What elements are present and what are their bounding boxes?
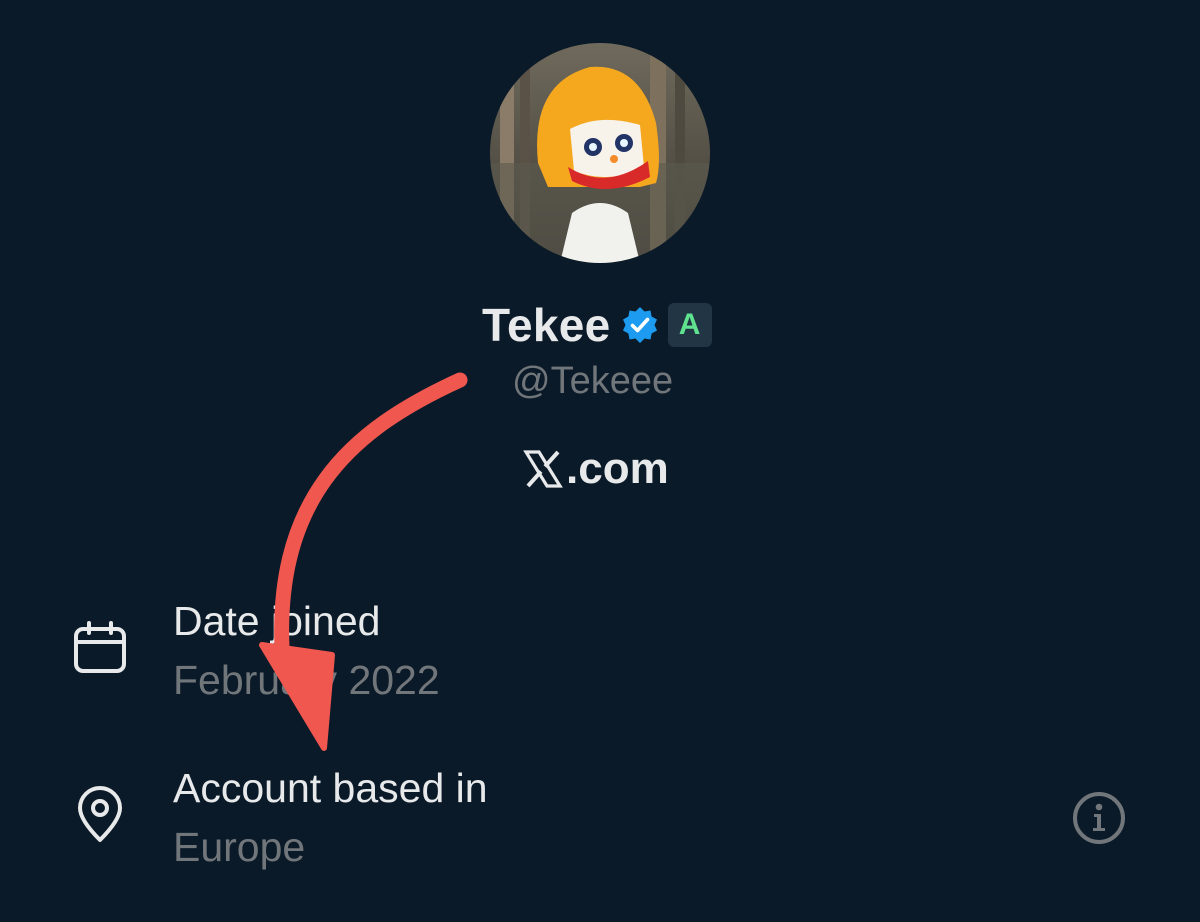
avatar-image bbox=[490, 43, 710, 263]
x-logo-icon bbox=[523, 450, 563, 488]
profile-name-row: Tekee A bbox=[482, 297, 712, 353]
account-based-in-label: Account based in bbox=[173, 765, 488, 811]
date-joined-label: Date joined bbox=[173, 598, 381, 644]
profile-handle: @Tekeee bbox=[512, 360, 674, 402]
profile-website-link[interactable]: .com bbox=[522, 444, 669, 494]
account-based-in-value: Europe bbox=[173, 824, 306, 870]
info-icon[interactable] bbox=[1071, 790, 1127, 846]
affiliate-badge[interactable]: A bbox=[667, 303, 712, 347]
date-joined-value: February 2022 bbox=[173, 657, 440, 703]
verified-badge-icon[interactable] bbox=[620, 305, 660, 345]
calendar-icon bbox=[74, 621, 126, 673]
display-name: Tekee bbox=[482, 299, 611, 351]
profile-avatar[interactable] bbox=[490, 43, 710, 263]
affiliate-badge-letter: A bbox=[678, 308, 701, 341]
website-text: .com bbox=[566, 444, 669, 493]
location-pin-icon bbox=[78, 786, 122, 842]
